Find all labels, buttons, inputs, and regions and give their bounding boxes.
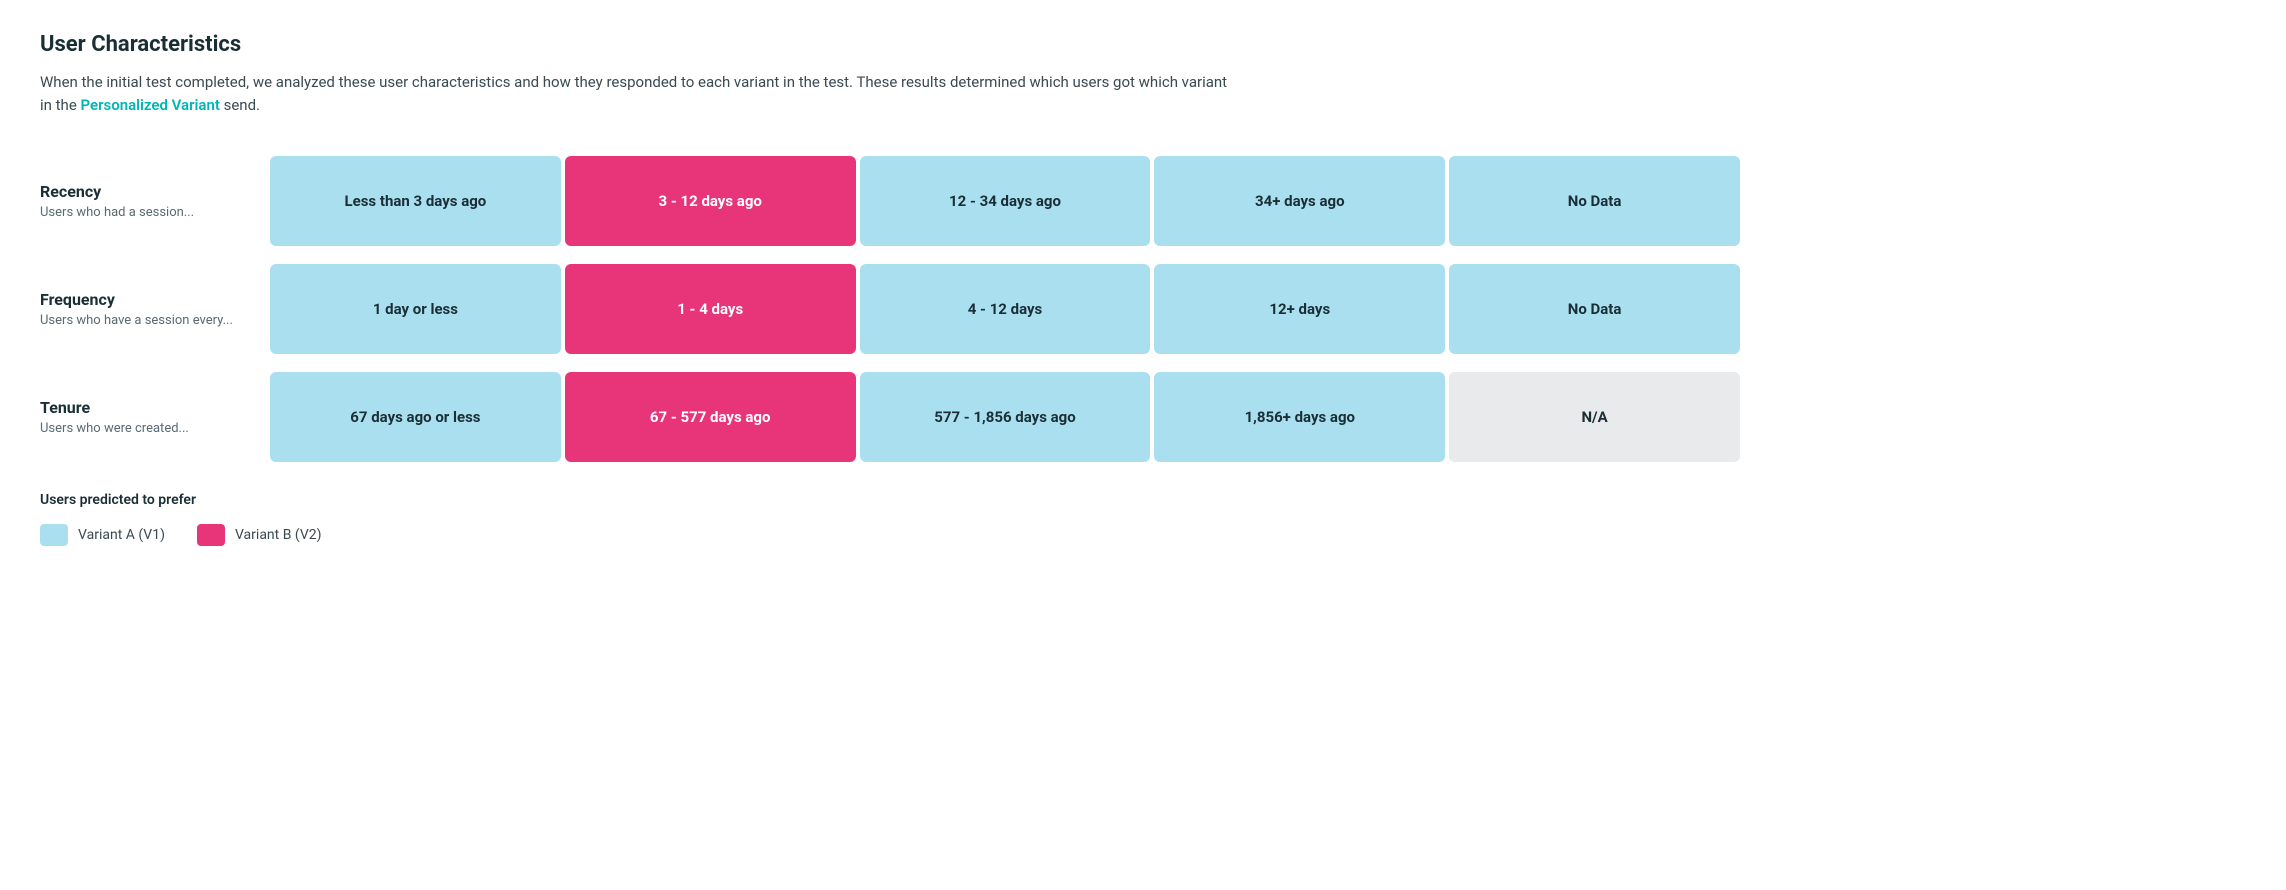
row-label-title-tenure: Tenure [40,398,250,417]
cell-frequency-3: 4 - 12 days [860,264,1151,354]
row-tenure: Tenure Users who were created... 67 days a… [40,372,1740,462]
legend-item-variant-a: Variant A (V1) [40,524,165,546]
cell-tenure-2: 67 - 577 days ago [565,372,856,462]
cells-frequency: 1 day or less1 - 4 days4 - 12 days12+ da… [270,264,1740,354]
row-label-title-recency: Recency [40,182,250,201]
cell-recency-5: No Data [1449,156,1740,246]
characteristics-table: Recency Users who had a session... Less th… [40,156,1740,462]
row-frequency: Frequency Users who have a session every.… [40,264,1740,354]
legend-items: Variant A (V1) Variant B (V2) [40,524,2246,546]
legend-label-variant-a: Variant A (V1) [78,527,165,543]
row-label-subtitle-frequency: Users who have a session every... [40,313,250,328]
row-label-title-frequency: Frequency [40,290,250,309]
cell-tenure-1: 67 days ago or less [270,372,561,462]
cell-recency-3: 12 - 34 days ago [860,156,1151,246]
personalized-variant-link[interactable]: Personalized Variant [81,96,220,114]
page-title: User Characteristics [40,32,2246,57]
description-text-2: send. [220,96,260,114]
description: When the initial test completed, we anal… [40,71,1240,116]
cell-frequency-1: 1 day or less [270,264,561,354]
cells-recency: Less than 3 days ago3 - 12 days ago12 - … [270,156,1740,246]
row-label-tenure: Tenure Users who were created... [40,372,270,462]
cell-frequency-5: No Data [1449,264,1740,354]
row-label-recency: Recency Users who had a session... [40,156,270,246]
cell-tenure-3: 577 - 1,856 days ago [860,372,1151,462]
row-label-subtitle-recency: Users who had a session... [40,205,250,220]
cell-frequency-2: 1 - 4 days [565,264,856,354]
cell-recency-2: 3 - 12 days ago [565,156,856,246]
legend-title: Users predicted to prefer [40,492,2246,508]
cell-frequency-4: 12+ days [1154,264,1445,354]
row-label-subtitle-tenure: Users who were created... [40,421,250,436]
cell-tenure-4: 1,856+ days ago [1154,372,1445,462]
cells-tenure: 67 days ago or less67 - 577 days ago577 … [270,372,1740,462]
cell-tenure-5: N/A [1449,372,1740,462]
legend-swatch-variant-a [40,524,68,546]
legend-label-variant-b: Variant B (V2) [235,527,322,543]
row-label-frequency: Frequency Users who have a session every.… [40,264,270,354]
cell-recency-4: 34+ days ago [1154,156,1445,246]
legend-item-variant-b: Variant B (V2) [197,524,322,546]
row-recency: Recency Users who had a session... Less th… [40,156,1740,246]
cell-recency-1: Less than 3 days ago [270,156,561,246]
legend: Users predicted to prefer Variant A (V1)… [40,492,2246,546]
legend-swatch-variant-b [197,524,225,546]
